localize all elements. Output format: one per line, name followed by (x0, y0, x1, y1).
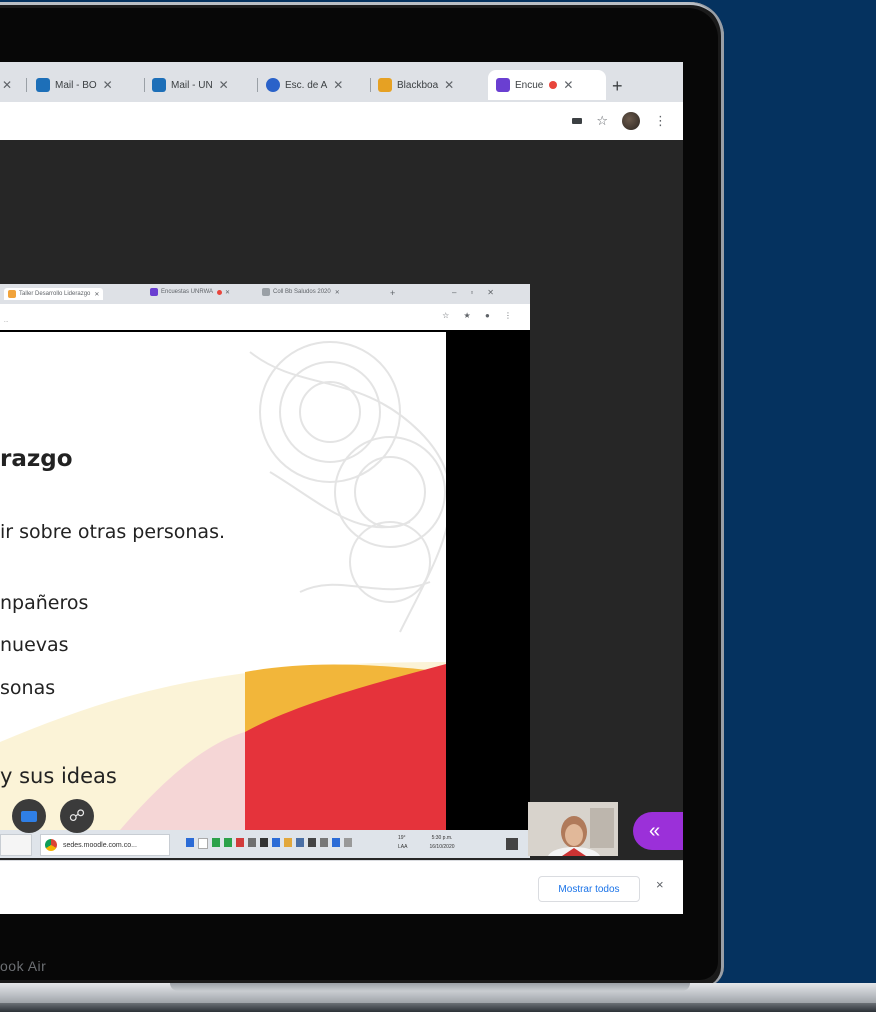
collaborate-icon (150, 288, 158, 296)
camera-button[interactable] (12, 799, 46, 833)
close-tab-icon[interactable]: ✕ (2, 78, 12, 92)
shared-toolbar-icons: ☆ ★ ● ⋮ (442, 311, 518, 320)
laptop-base-notch (170, 983, 690, 991)
tab-mail-un[interactable]: Mail - UN ✕ (152, 70, 229, 100)
collaborate-meeting-area: Taller Desarrollo Liderazgo ✕ Encuestas U… (0, 140, 683, 860)
collaborate-icon (496, 78, 510, 92)
shared-taskbar: sedes.moodle.com.co... 19° LAA 5:30 p.m.… (0, 830, 530, 858)
close-tab-icon[interactable]: ✕ (563, 78, 573, 92)
laptop-screen: ✕ Mail - BO ✕ Mail - UN ✕ Esc. de A ✕ Bl… (0, 62, 683, 914)
slide-title: razgo (0, 446, 73, 472)
share-icon: ☍ (68, 808, 86, 825)
tab-blackboard[interactable]: Blackboa ✕ (378, 70, 454, 100)
slide-line-1: ir sobre otras personas. (0, 521, 226, 543)
close-download-bar-icon[interactable]: × (656, 877, 664, 892)
school-icon (266, 78, 280, 92)
tab-collaborate-active[interactable]: Encue ✕ (488, 70, 606, 100)
laptop-base-shadow (0, 1003, 876, 1012)
close-tab-icon[interactable]: ✕ (219, 78, 229, 92)
close-tab-icon[interactable]: ✕ (444, 78, 454, 92)
slide-decoration (0, 341, 446, 830)
avatar[interactable] (622, 112, 640, 130)
shared-tab-1: Taller Desarrollo Liderazgo ✕ (4, 288, 104, 300)
video-camera-icon (21, 810, 37, 822)
participant-video (528, 802, 618, 856)
outlook-icon (152, 78, 166, 92)
toolbar-icons: ☆ ⋮ (572, 112, 667, 130)
chrome-icon (45, 839, 57, 851)
shared-window-controls: –▫✕ (452, 288, 508, 297)
shared-url: ... (4, 318, 9, 324)
taskbar-app-1 (0, 834, 32, 856)
double-chevron-left-icon: « (649, 819, 661, 842)
close-tab-icon[interactable]: ✕ (333, 78, 343, 92)
tab-mail-bo[interactable]: Mail - BO ✕ (36, 70, 113, 100)
close-tab-icon[interactable]: ✕ (103, 78, 113, 92)
show-all-downloads-button[interactable]: Mostrar todos (538, 876, 640, 902)
outlook-icon (36, 78, 50, 92)
slide-letterbox (446, 332, 530, 830)
share-content-button[interactable]: ☍ (60, 799, 94, 833)
notification-icon (506, 838, 518, 850)
camera-indicator-icon[interactable] (572, 118, 583, 124)
browser-toolbar: ☆ ⋮ (0, 102, 683, 141)
weather-readout: 19° LAA (398, 835, 408, 850)
slide-line-4: sonas (0, 677, 56, 699)
taskbar-app-chrome: sedes.moodle.com.co... (40, 834, 170, 856)
tab-partial[interactable]: ✕ (0, 70, 12, 100)
page-icon (8, 290, 16, 298)
collapse-panel-button[interactable]: « (633, 812, 683, 850)
tab-escuela[interactable]: Esc. de A ✕ (266, 70, 343, 100)
presentation-slide: razgo ir sobre otras personas. npañeros … (0, 332, 446, 830)
slide-line-3: nuevas (0, 634, 69, 656)
star-icon[interactable]: ☆ (596, 113, 608, 129)
clock: 5:30 p.m. 16/10/2020 (429, 835, 455, 850)
menu-icon[interactable]: ⋮ (654, 113, 667, 129)
shared-tab-2: Encuestas UNRWA ✕ (150, 288, 230, 296)
participant-face (528, 802, 618, 856)
shared-screen: Taller Desarrollo Liderazgo ✕ Encuestas U… (0, 284, 530, 858)
shared-tab-bar: Taller Desarrollo Liderazgo ✕ Encuestas U… (0, 284, 530, 304)
shared-tab-3: Coll Bb Saludos 2020 ✕ (262, 288, 340, 296)
shared-new-tab: + (390, 288, 396, 298)
browser-tab-bar: ✕ Mail - BO ✕ Mail - UN ✕ Esc. de A ✕ Bl… (0, 62, 683, 102)
download-bar: Mostrar todos × (0, 860, 683, 914)
shared-toolbar: ☆ ★ ● ⋮ (0, 304, 530, 330)
laptop-model-label: ook Air (0, 958, 47, 974)
slide-line-2: npañeros (0, 592, 89, 614)
slide-line-5: y sus ideas (0, 764, 117, 788)
page-icon (262, 288, 270, 296)
tray-icons (186, 838, 352, 849)
new-tab-button[interactable]: + (612, 76, 623, 97)
blackboard-icon (378, 78, 392, 92)
recording-dot-icon (549, 81, 558, 89)
